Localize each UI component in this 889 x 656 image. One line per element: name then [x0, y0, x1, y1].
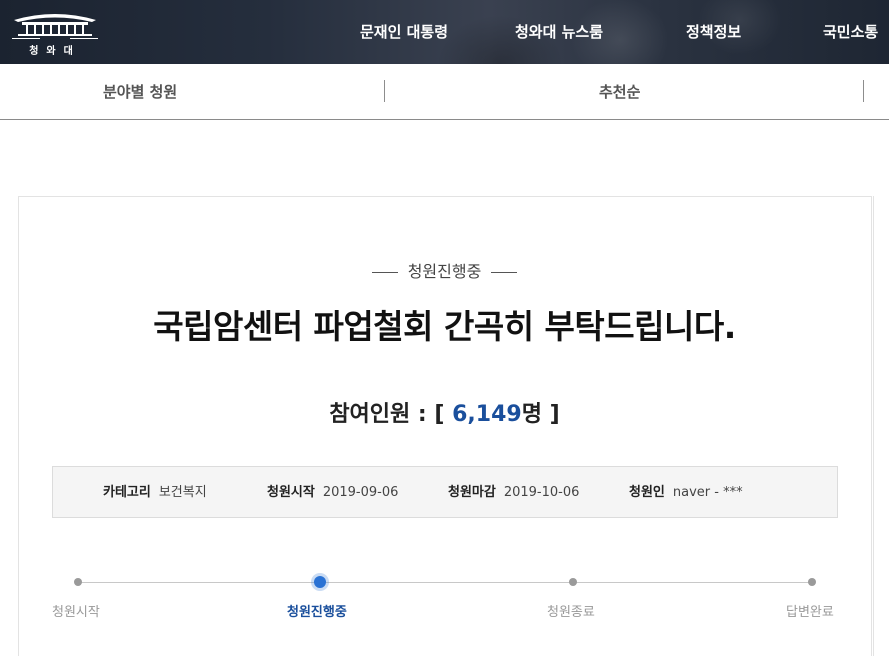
step-dot-ongoing	[314, 576, 326, 588]
petition-info-box: 카테고리 보건복지 청원시작 2019-09-06 청원마감 2019-10-06 청…	[52, 466, 838, 518]
logo-text: 청와대	[29, 46, 81, 57]
nav-item-newsroom[interactable]: 청와대 뉴스룸	[515, 0, 603, 64]
info-value: 2019-10-06	[503, 485, 580, 500]
progress-track	[78, 582, 812, 583]
step-dot-start	[74, 578, 82, 586]
participant-count: 참여인원 : [ 6,149명 ]	[0, 396, 889, 428]
petition-status: 청원진행중	[0, 258, 889, 282]
nav-item-policy[interactable]: 정책정보	[686, 0, 741, 64]
info-key: 청원마감	[448, 485, 496, 500]
info-category: 카테고리 보건복지	[103, 467, 207, 519]
step-dot-answered	[808, 578, 816, 586]
info-key: 청원시작	[267, 485, 315, 500]
info-value: 2019-09-06	[322, 485, 399, 500]
category-filter[interactable]: 분야별 청원	[103, 64, 177, 120]
count-value: 6,149	[452, 402, 522, 427]
divider-line	[371, 272, 398, 273]
step-label-start: 청원시작	[52, 605, 100, 620]
info-key: 카테고리	[103, 485, 151, 500]
info-start-date: 청원시작 2019-09-06	[267, 467, 398, 519]
info-value: naver - ***	[672, 485, 743, 500]
blue-house-building-icon	[12, 14, 98, 39]
filter-bar: 분야별 청원 추천순	[0, 64, 889, 120]
count-prefix: 참여인원 : [	[329, 402, 453, 427]
step-label-ongoing: 청원진행중	[287, 605, 347, 620]
info-end-date: 청원마감 2019-10-06	[448, 467, 579, 519]
info-value: 보건복지	[158, 485, 207, 500]
nav-item-president[interactable]: 문재인 대통령	[360, 0, 448, 64]
info-author: 청원인 naver - ***	[629, 467, 743, 519]
petition-title: 국립암센터 파업철회 간곡히 부탁드립니다.	[153, 307, 736, 346]
step-label-closed: 청원종료	[547, 605, 595, 620]
step-label-answered: 답변완료	[786, 605, 834, 620]
status-label: 청원진행중	[407, 262, 482, 281]
nav-item-communication[interactable]: 국민소통	[823, 0, 878, 64]
filter-divider	[863, 80, 864, 102]
top-navigation-bar: 청와대 문재인 대통령 청와대 뉴스룸 정책정보 국민소통	[0, 0, 889, 64]
divider-line	[491, 272, 518, 273]
step-dot-closed	[569, 578, 577, 586]
filter-divider	[384, 80, 385, 102]
blue-house-logo[interactable]: 청와대	[8, 6, 102, 58]
count-suffix: 명 ]	[521, 402, 560, 427]
sort-filter[interactable]: 추천순	[599, 64, 640, 120]
info-key: 청원인	[629, 485, 665, 500]
